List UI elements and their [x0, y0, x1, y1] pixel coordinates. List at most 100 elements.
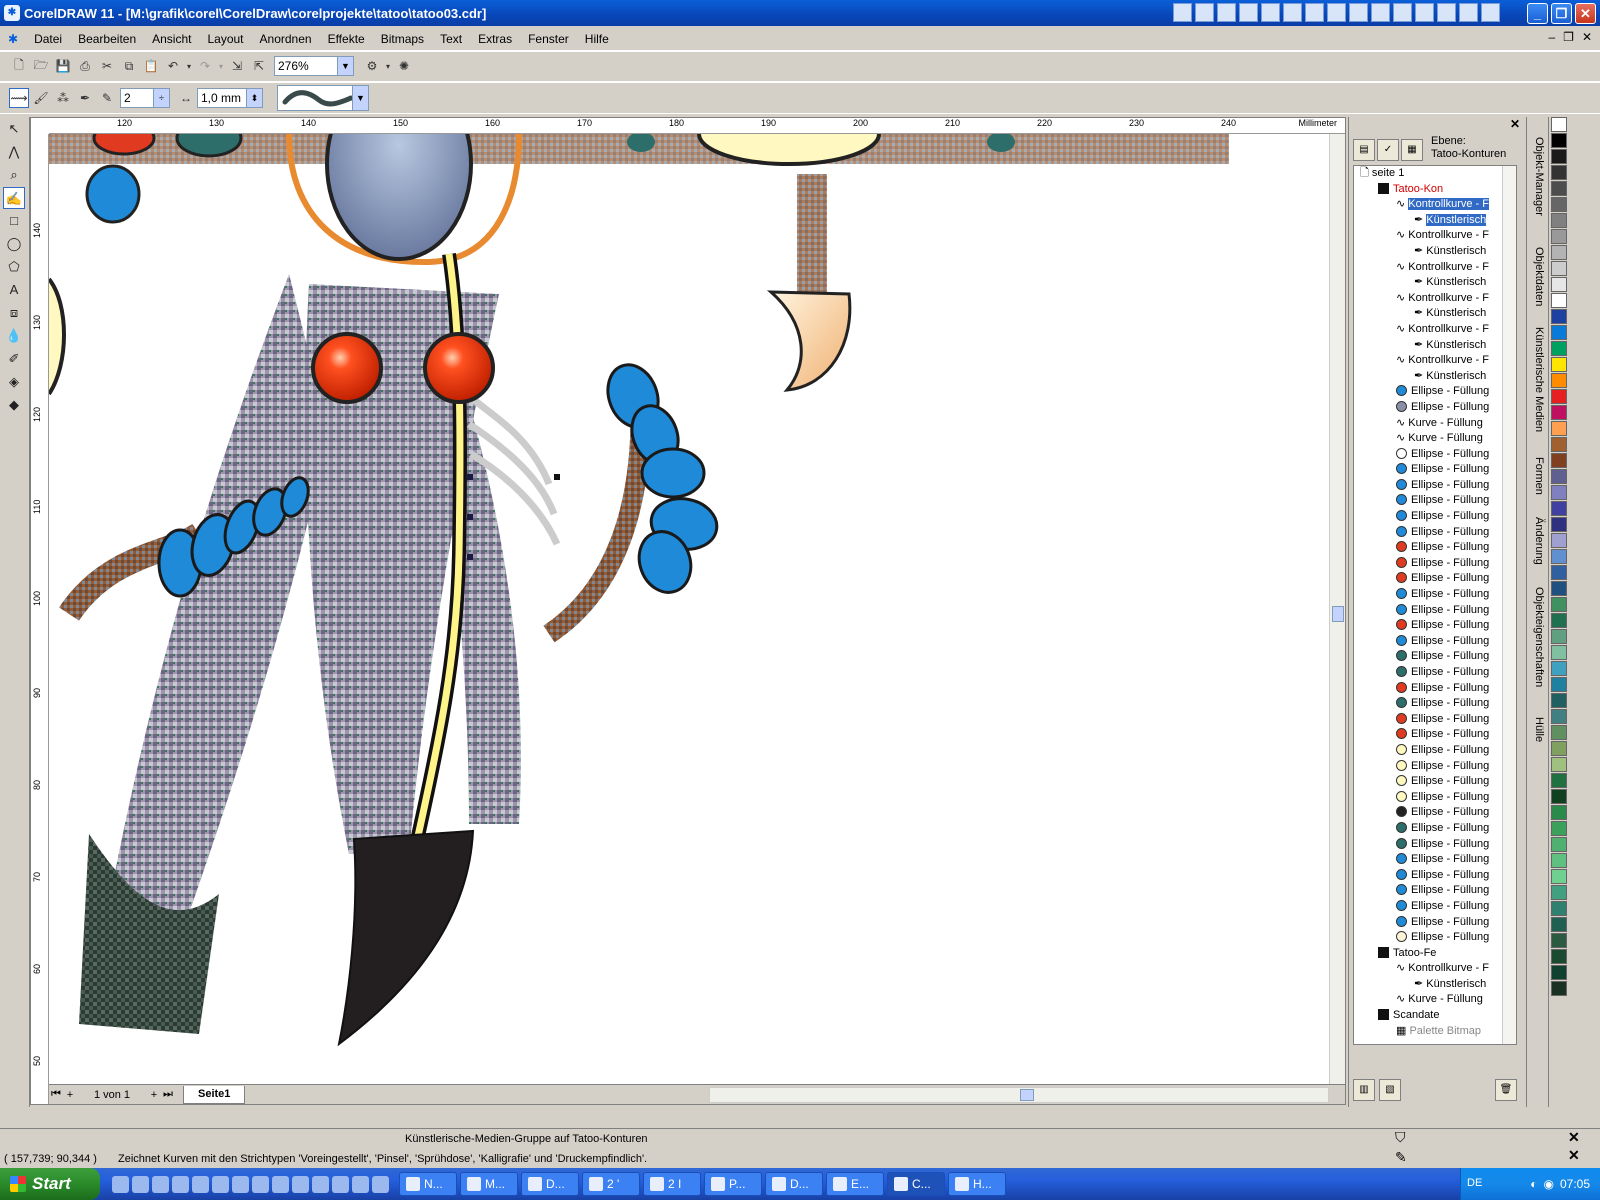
tree-row[interactable]: Ellipse - Füllung: [1354, 681, 1516, 697]
tree-row[interactable]: ∿ Kontrollkurve - F: [1354, 197, 1516, 213]
tray-app-icon[interactable]: [1393, 3, 1412, 22]
tree-row[interactable]: Ellipse - Füllung: [1354, 478, 1516, 494]
quick-launch-icon[interactable]: [152, 1175, 169, 1193]
stroke-list-combo[interactable]: ▼: [277, 85, 369, 111]
tree-row[interactable]: Ellipse - Füllung: [1354, 634, 1516, 650]
color-swatch[interactable]: [1551, 773, 1567, 788]
brush-icon[interactable]: 🖌: [31, 88, 51, 108]
tab-anderung[interactable]: Änderung: [1529, 517, 1545, 565]
color-swatch[interactable]: [1551, 613, 1567, 628]
polygon-tool-icon[interactable]: ⬠: [3, 256, 25, 278]
color-swatch[interactable]: [1551, 549, 1567, 564]
tray-app-icon[interactable]: [1415, 3, 1434, 22]
redo-icon[interactable]: ↷: [195, 56, 215, 76]
start-button[interactable]: Start: [0, 1168, 100, 1200]
tree-row[interactable]: Ellipse - Füllung: [1354, 899, 1516, 915]
tree-row[interactable]: Ellipse - Füllung: [1354, 821, 1516, 837]
menu-ansicht[interactable]: Ansicht: [144, 32, 199, 46]
show-properties-icon[interactable]: ▤: [1353, 139, 1375, 161]
new-layer-icon[interactable]: ▥: [1353, 1079, 1375, 1101]
color-swatch[interactable]: [1551, 453, 1567, 468]
color-swatch[interactable]: [1551, 469, 1567, 484]
tree-row[interactable]: ✒ Künstlerisch: [1354, 306, 1516, 322]
tree-row[interactable]: Ellipse - Füllung: [1354, 930, 1516, 946]
tab-objekt-manager[interactable]: Objekt-Manager: [1529, 137, 1545, 216]
tree-row[interactable]: ∿ Kontrollkurve - F: [1354, 291, 1516, 307]
color-swatch[interactable]: [1551, 933, 1567, 948]
tray-app-icon[interactable]: [1217, 3, 1236, 22]
chevron-down-icon[interactable]: ▼: [352, 86, 368, 110]
fill-tool-icon[interactable]: ◈: [3, 371, 25, 393]
color-swatch[interactable]: [1551, 261, 1567, 276]
color-swatch[interactable]: [1551, 373, 1567, 388]
doc-close-button[interactable]: ✕: [1582, 30, 1592, 44]
color-swatch[interactable]: [1551, 757, 1567, 772]
tree-row[interactable]: Ellipse - Füllung: [1354, 759, 1516, 775]
outline-tool-icon[interactable]: ✐: [3, 348, 25, 370]
color-swatch[interactable]: [1551, 485, 1567, 500]
color-swatch[interactable]: [1551, 789, 1567, 804]
freehand-smoothing-field[interactable]: 2 ÷: [120, 88, 170, 108]
import-icon[interactable]: ⇲: [227, 56, 247, 76]
stroke-width-field[interactable]: 1,0 mm ⬍: [197, 88, 263, 108]
tree-row[interactable]: Ellipse - Füllung: [1354, 603, 1516, 619]
color-swatch[interactable]: [1551, 645, 1567, 660]
tree-row[interactable]: Ellipse - Füllung: [1354, 852, 1516, 868]
quick-launch-icon[interactable]: [112, 1175, 129, 1193]
quick-launch-icon[interactable]: [272, 1175, 289, 1193]
menu-datei[interactable]: Datei: [26, 32, 70, 46]
new-master-layer-icon[interactable]: ▧: [1379, 1079, 1401, 1101]
color-swatch[interactable]: [1551, 517, 1567, 532]
last-page-icon[interactable]: ⏭: [161, 1088, 175, 1101]
shape-tool-icon[interactable]: ⋀: [3, 141, 25, 163]
color-swatch[interactable]: [1551, 661, 1567, 676]
pick-tool-icon[interactable]: ↖: [3, 118, 25, 140]
task-button-active[interactable]: C...: [887, 1172, 945, 1196]
export-icon[interactable]: ⇱: [249, 56, 269, 76]
zoom-combo[interactable]: 276% ▼: [274, 56, 354, 76]
task-button[interactable]: N...: [399, 1172, 457, 1196]
tree-row[interactable]: Ellipse - Füllung: [1354, 743, 1516, 759]
eyedropper-tool-icon[interactable]: 💧: [3, 325, 25, 347]
tree-row[interactable]: ∿ Kontrollkurve - F: [1354, 353, 1516, 369]
horizontal-ruler[interactable]: 120 130 140 150 160 170 180 190 200 210 …: [49, 118, 1345, 134]
task-button[interactable]: 2 I: [643, 1172, 701, 1196]
cut-icon[interactable]: ✂: [97, 56, 117, 76]
tray-app-icon[interactable]: [1195, 3, 1214, 22]
color-swatch[interactable]: [1551, 917, 1567, 932]
launcher-dropdown-icon[interactable]: ▾: [384, 56, 392, 76]
undo-icon[interactable]: ↶: [163, 56, 183, 76]
color-swatch[interactable]: [1551, 629, 1567, 644]
color-swatch[interactable]: [1551, 165, 1567, 180]
tree-row[interactable]: ∿ Kontrollkurve - F: [1354, 260, 1516, 276]
tab-hulle[interactable]: Hülle: [1529, 717, 1545, 742]
color-swatch[interactable]: [1551, 325, 1567, 340]
color-swatch[interactable]: [1551, 293, 1567, 308]
tree-row[interactable]: Ellipse - Füllung: [1354, 587, 1516, 603]
clock[interactable]: 07:05: [1560, 1177, 1590, 1191]
color-swatch[interactable]: [1551, 341, 1567, 356]
tree-row[interactable]: ∿ Kontrollkurve - F: [1354, 228, 1516, 244]
tree-row[interactable]: Ellipse - Füllung: [1354, 571, 1516, 587]
tree-row[interactable]: 🗋 seite 1: [1354, 166, 1516, 182]
tree-row[interactable]: Ellipse - Füllung: [1354, 400, 1516, 416]
layer-manager-view-icon[interactable]: ▦: [1401, 139, 1423, 161]
minimize-button[interactable]: _: [1527, 3, 1548, 24]
menu-bearbeiten[interactable]: Bearbeiten: [70, 32, 144, 46]
color-swatch[interactable]: [1551, 245, 1567, 260]
quick-launch-icon[interactable]: [172, 1175, 189, 1193]
task-button[interactable]: M...: [460, 1172, 518, 1196]
tray-app-icon[interactable]: [1239, 3, 1258, 22]
tab-formen[interactable]: Formen: [1529, 457, 1545, 495]
sprayer-icon[interactable]: ⁂: [53, 88, 73, 108]
tree-row[interactable]: Ellipse - Füllung: [1354, 868, 1516, 884]
tab-objektdaten[interactable]: Objektdaten: [1529, 247, 1545, 306]
corel-online-icon[interactable]: ✺: [394, 56, 414, 76]
color-swatch[interactable]: [1551, 405, 1567, 420]
spinner-icon[interactable]: ⬍: [246, 89, 262, 107]
menu-bitmaps[interactable]: Bitmaps: [373, 32, 432, 46]
tree-row[interactable]: Ellipse - Füllung: [1354, 790, 1516, 806]
tree-row[interactable]: Ellipse - Füllung: [1354, 509, 1516, 525]
menu-extras[interactable]: Extras: [470, 32, 520, 46]
tree-row[interactable]: Ellipse - Füllung: [1354, 915, 1516, 931]
